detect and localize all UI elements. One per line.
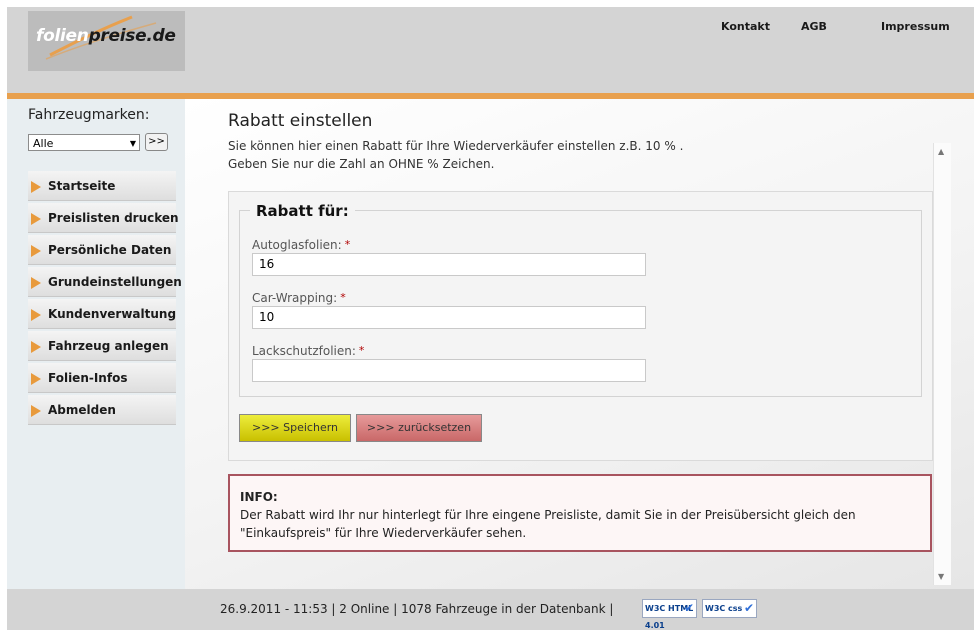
sidebar-item-label: Fahrzeug anlegen: [48, 339, 169, 353]
arrow-right-icon: [31, 405, 41, 417]
checkmark-icon: ✔: [683, 601, 694, 615]
required-mark: *: [358, 344, 365, 357]
info-text: Der Rabatt wird Ihr nur hinterlegt für I…: [240, 508, 856, 540]
footer-status: 26.9.2011 - 11:53 | 2 Online | 1078 Fahr…: [220, 602, 614, 616]
header: folienpreise.de Kontakt AGB Impressum: [7, 7, 974, 93]
car-wrapping-label: Car-Wrapping: *: [252, 291, 346, 305]
lackschutzfolien-label: Lackschutzfolien: *: [252, 344, 364, 358]
sidebar-nav: Startseite Preislisten drucken Persönlic…: [28, 171, 182, 427]
sidebar-item-fahrzeug-anlegen[interactable]: Fahrzeug anlegen: [28, 331, 176, 361]
autoglasfolien-label: Autoglasfolien: *: [252, 238, 350, 252]
intro-text: Sie können hier einen Rabatt für Ihre Wi…: [228, 137, 683, 173]
discount-fieldset: Rabatt für: Autoglasfolien: * 16 Car-Wrap…: [239, 202, 922, 397]
brand-select-value: Alle: [33, 137, 54, 150]
scrollbar[interactable]: ▲ ▼: [933, 143, 951, 585]
arrow-right-icon: [31, 373, 41, 385]
lackschutzfolien-label-text: Lackschutzfolien:: [252, 344, 356, 358]
info-heading: INFO:: [240, 490, 278, 504]
sidebar-item-label: Persönliche Daten: [48, 243, 172, 257]
logo[interactable]: folienpreise.de: [28, 11, 185, 71]
w3c-html-badge[interactable]: W3C HTML 4.01 ✔: [642, 599, 697, 630]
link-impressum[interactable]: Impressum: [881, 20, 950, 33]
autoglasfolien-input[interactable]: 16: [252, 253, 646, 276]
brand-select[interactable]: Alle ▼: [28, 134, 140, 151]
required-mark: *: [340, 291, 346, 304]
intro-line-2: Geben Sie nur die Zahl an OHNE % Zeichen…: [228, 157, 495, 171]
sidebar-item-folien-infos[interactable]: Folien-Infos: [28, 363, 176, 393]
info-box: INFO: Der Rabatt wird Ihr nur hinterlegt…: [228, 474, 932, 552]
sidebar-item-label: Folien-Infos: [48, 371, 128, 385]
sidebar-item-persoenliche-daten[interactable]: Persönliche Daten: [28, 235, 176, 265]
checkmark-icon: ✔: [743, 601, 754, 615]
sidebar-item-grundeinstellungen[interactable]: Grundeinstellungen: [28, 267, 182, 297]
sidebar-item-label: Kundenverwaltung: [48, 307, 177, 321]
chevron-down-icon: ▼: [129, 139, 136, 148]
logo-text-part2: preise.de: [88, 26, 176, 46]
logo-text-part1: folien: [36, 26, 89, 46]
save-button[interactable]: >>> Speichern: [239, 414, 351, 442]
w3c-css-badge-text: W3C css: [705, 604, 743, 613]
reset-button[interactable]: >>> zurücksetzen: [356, 414, 482, 442]
sidebar-item-kundenverwaltung[interactable]: Kundenverwaltung: [28, 299, 176, 329]
discount-form: Rabatt für: Autoglasfolien: * 16 Car-Wrap…: [228, 191, 933, 461]
arrow-right-icon: [31, 341, 41, 353]
sidebar-item-label: Abmelden: [48, 403, 116, 417]
arrow-right-icon: [31, 181, 41, 193]
arrow-right-icon: [31, 213, 41, 225]
car-wrapping-input[interactable]: 10: [252, 306, 646, 329]
arrow-right-icon: [31, 277, 41, 289]
arrow-right-icon: [31, 309, 41, 321]
link-agb[interactable]: AGB: [801, 20, 827, 33]
sidebar-item-label: Grundeinstellungen: [48, 275, 182, 289]
arrow-right-icon: [31, 245, 41, 257]
lackschutzfolien-input[interactable]: [252, 359, 646, 382]
brand-label: Fahrzeugmarken:: [28, 107, 150, 123]
intro-line-1: Sie können hier einen Rabatt für Ihre Wi…: [228, 139, 684, 153]
fieldset-legend: Rabatt für:: [250, 202, 355, 220]
required-mark: *: [344, 238, 351, 251]
logo-text: folienpreise.de: [36, 26, 176, 46]
sidebar-item-startseite[interactable]: Startseite: [28, 171, 176, 201]
sidebar: Fahrzeugmarken: Alle ▼ >> Startseite Pre…: [7, 99, 185, 589]
sidebar-item-abmelden[interactable]: Abmelden: [28, 395, 176, 425]
link-kontakt[interactable]: Kontakt: [721, 20, 770, 33]
sidebar-item-label: Startseite: [48, 179, 116, 193]
sidebar-item-preislisten[interactable]: Preislisten drucken: [28, 203, 179, 233]
page-frame: folienpreise.de Kontakt AGB Impressum Fa…: [7, 7, 974, 630]
page-title: Rabatt einstellen: [228, 111, 373, 131]
footer: 26.9.2011 - 11:53 | 2 Online | 1078 Fahr…: [7, 589, 974, 630]
brand-go-button[interactable]: >>: [145, 133, 168, 151]
car-wrapping-label-text: Car-Wrapping:: [252, 291, 338, 305]
w3c-css-badge[interactable]: W3C css ✔: [702, 599, 757, 618]
main-content: Rabatt einstellen Sie können hier einen …: [185, 99, 974, 589]
sidebar-item-label: Preislisten drucken: [48, 211, 179, 225]
scroll-up-icon[interactable]: ▲: [938, 147, 944, 156]
scroll-down-icon[interactable]: ▼: [938, 572, 944, 581]
autoglasfolien-label-text: Autoglasfolien:: [252, 238, 342, 252]
